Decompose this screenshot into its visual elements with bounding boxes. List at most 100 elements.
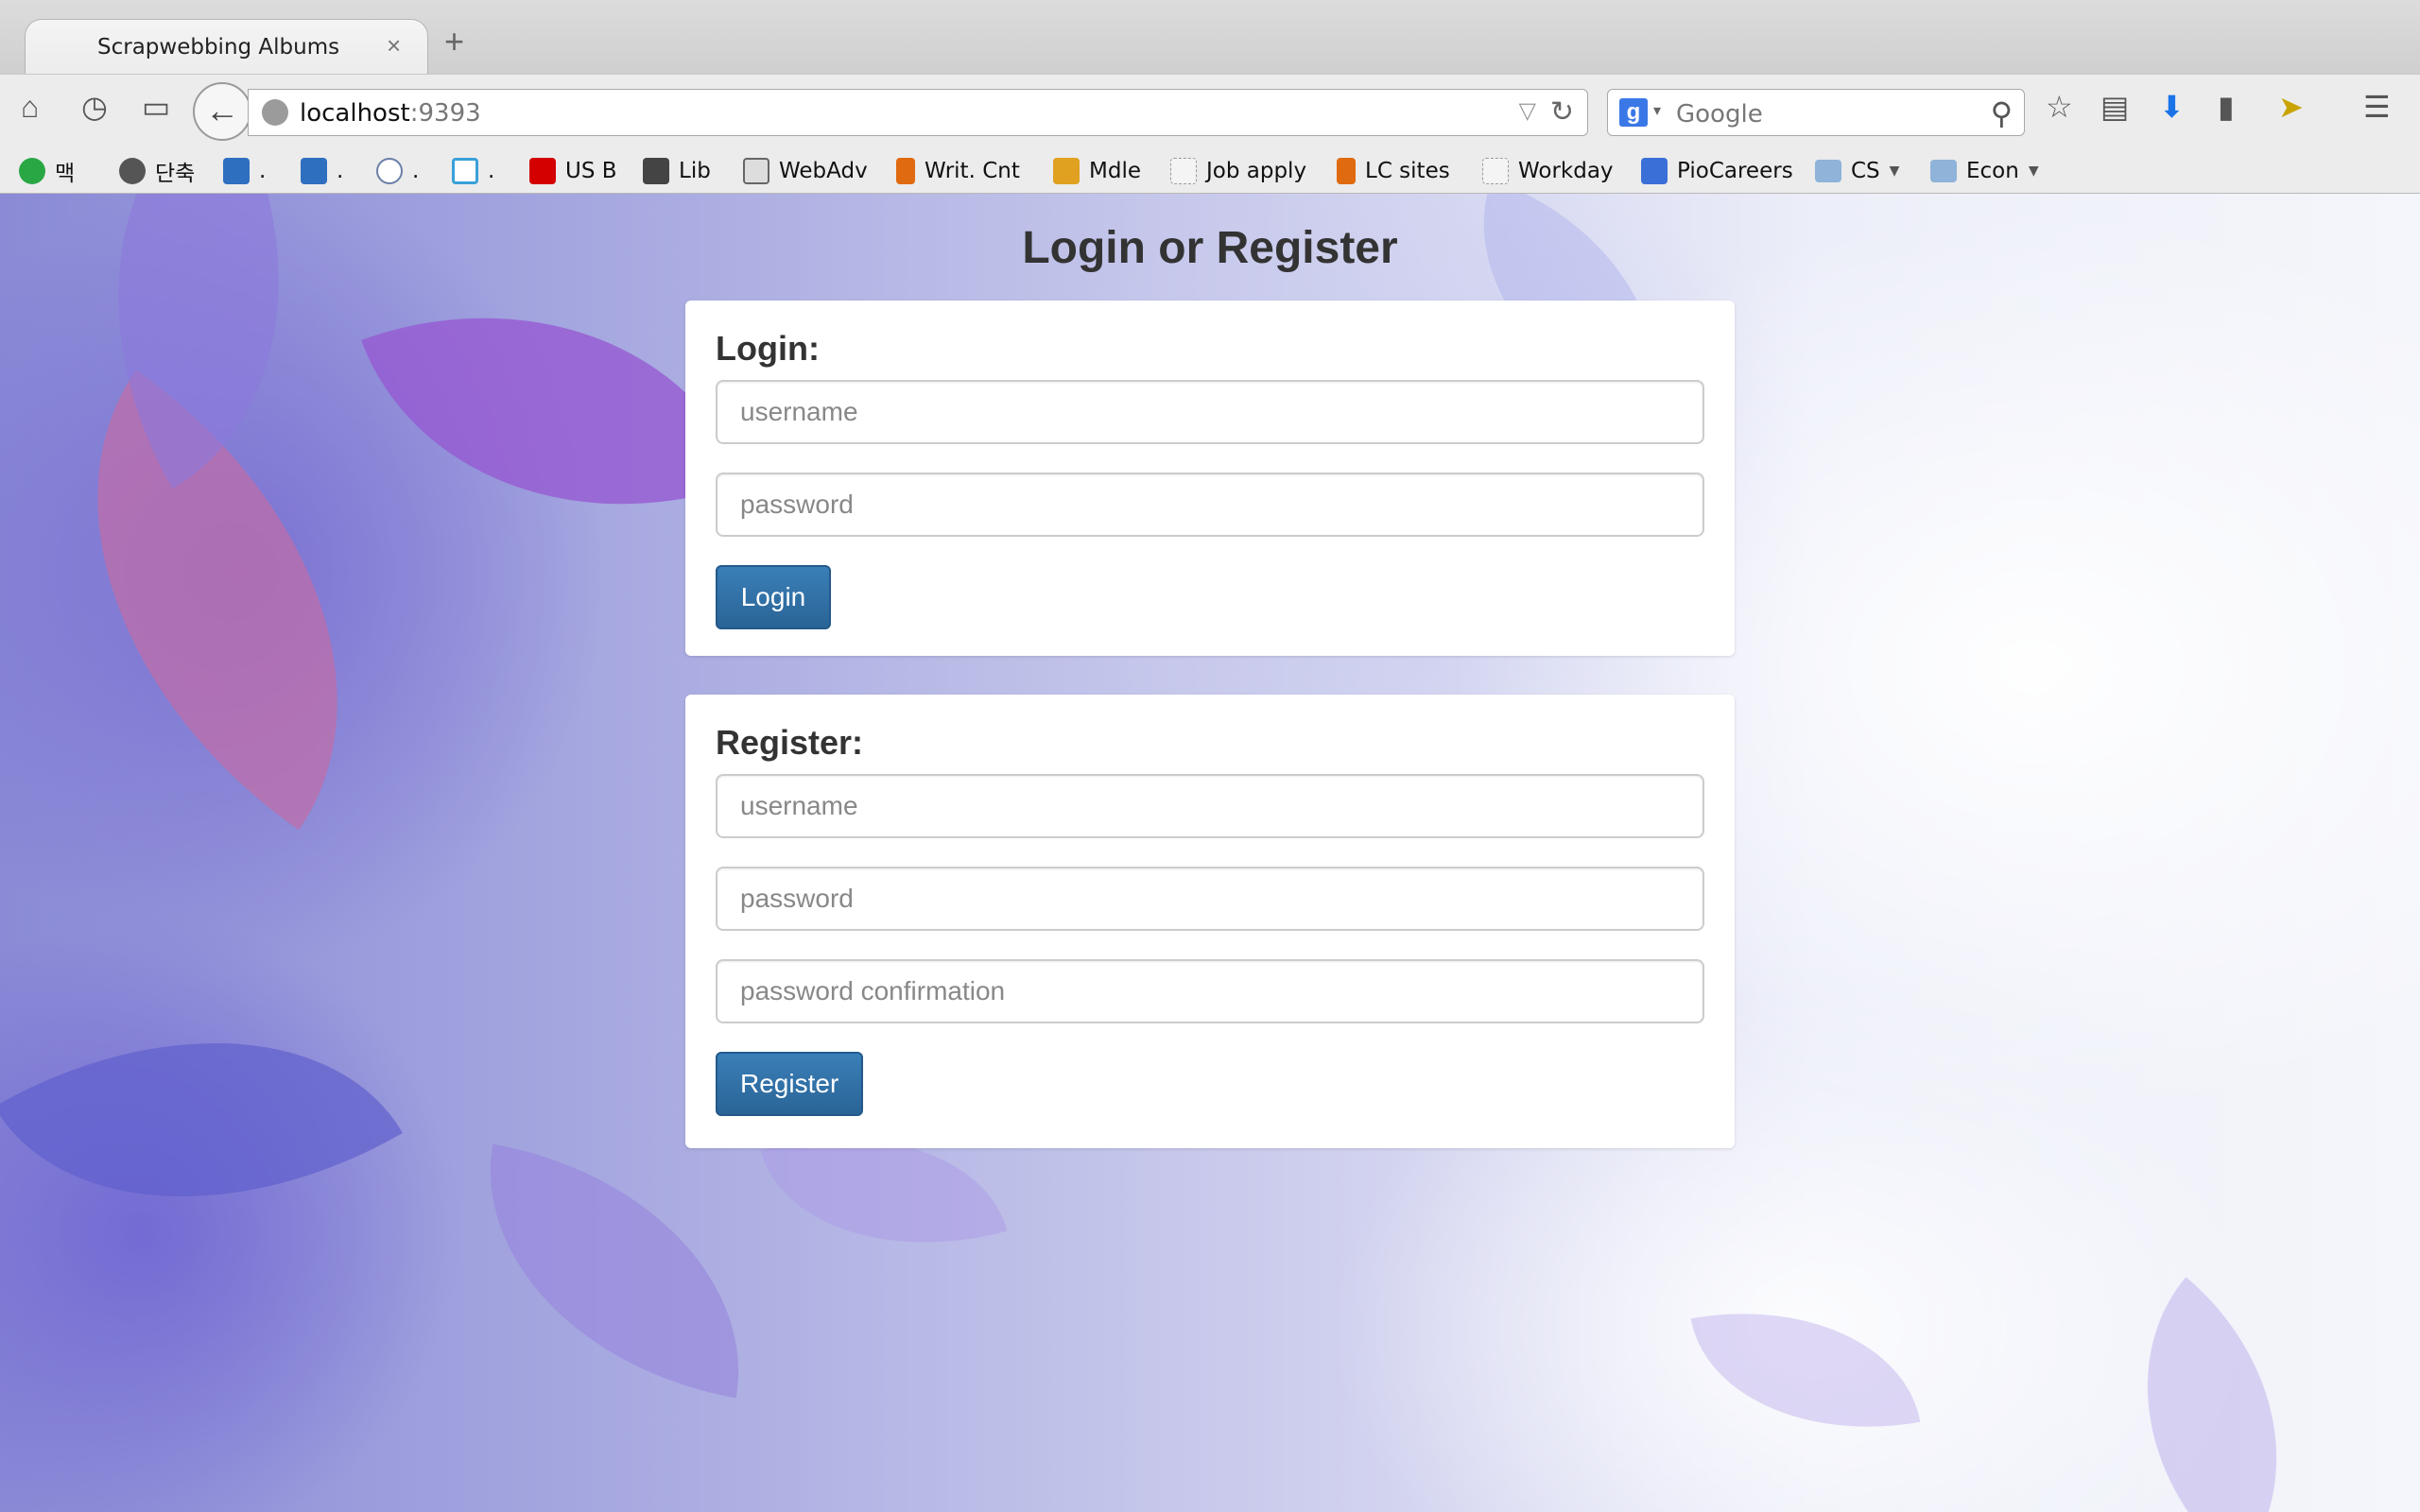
shield-icon [1337,158,1356,184]
close-tab-icon[interactable]: × [387,31,401,60]
chevron-down-icon: ▼ [2028,163,2039,179]
chevron-down-icon: ▼ [1889,163,1900,179]
register-button[interactable]: Register [716,1052,863,1116]
bookmark-item[interactable]: 단축 [119,155,195,187]
url-bar[interactable]: localhost:9393 ▽ ↻ [248,89,1588,136]
bookmark-folder-econ[interactable]: Econ ▼ [1930,155,2039,187]
bookmark-label: PioCareers [1677,159,1793,183]
login-username-input[interactable] [716,380,1704,444]
bookmark-item[interactable]: . [376,155,419,187]
shield-icon [896,158,915,184]
navigation-toolbar: ⌂ ◷ ▭ ← localhost:9393 ▽ ↻ g ▾ Google ⚲ … [0,74,2420,150]
menu-icon[interactable]: ☰ [2363,92,2391,122]
folder-icon [1930,160,1957,182]
cursor-icon[interactable]: ➤ [2278,92,2304,122]
bookmark-label: Writ. Cnt [925,159,1020,183]
bookmark-item[interactable]: WebAdv [743,155,868,187]
bookmark-label: Econ [1966,159,2019,183]
url-host: localhost [300,99,410,128]
bookmark-label: 맥 [55,162,76,186]
image-icon [743,158,769,184]
bookmark-item[interactable]: . [452,155,494,187]
bookmark-item[interactable]: US B [529,155,617,187]
login-button[interactable]: Login [716,565,831,629]
blank-page-icon [1170,158,1197,184]
register-password-confirmation-input[interactable] [716,959,1704,1023]
bookmark-label: LC sites [1365,159,1450,183]
page-icon[interactable]: ▮ [2218,92,2235,122]
bookmark-label: . [412,159,420,183]
login-title: Login: [716,329,820,368]
bookmark-label: Lib [679,159,711,183]
bookmark-item[interactable]: Writ. Cnt [896,155,1020,187]
bookmark-label: . [488,159,495,183]
bookmark-label: . [337,159,344,183]
bookmark-item[interactable]: PioCareers [1641,155,1793,187]
google-icon[interactable]: g [1619,98,1648,127]
reload-icon[interactable]: ↻ [1550,95,1574,129]
bookmark-folder-cs[interactable]: CS ▼ [1815,155,1899,187]
search-bar[interactable]: g ▾ Google ⚲ [1607,89,2025,136]
globe-icon [262,99,288,126]
register-password-input[interactable] [716,867,1704,931]
bookmark-label: US B [565,159,617,183]
bookmark-icon [376,158,403,184]
bookmarks-toolbar: 맥 단축 . . . . US B Lib WebAdv Writ. Cnt M… [0,149,2420,194]
url-dropdown-icon[interactable]: ▽ [1519,97,1536,125]
bookmark-item[interactable]: Mdle [1053,155,1141,187]
page-background: Login or Register Login: Login Register:… [0,194,2420,1512]
bookmark-item[interactable]: Workday [1482,155,1614,187]
bookmark-item[interactable]: . [223,155,266,187]
bookmark-label: Mdle [1089,159,1141,183]
bookmark-item[interactable]: Lib [643,155,711,187]
leaf-decoration [0,936,403,1303]
bookmark-label: . [259,159,267,183]
leaf-decoration [0,369,462,831]
tab-strip: Scrapwebbing Albums × + [0,0,2420,75]
apple-icon [119,158,146,184]
bookmark-label: CS [1851,159,1880,183]
url-text: localhost:9393 [300,99,481,128]
register-username-input[interactable] [716,774,1704,838]
bookmark-icon [1641,158,1668,184]
download-icon[interactable]: ⬇ [2159,92,2185,122]
bookmark-star-icon[interactable]: ☆ [2046,92,2073,122]
login-panel: Login: Login [685,301,1735,656]
building-icon [643,158,669,184]
page-title: Login or Register [1022,223,1398,273]
bookmark-icon [19,158,45,184]
bookmark-icon [223,158,250,184]
login-password-input[interactable] [716,472,1704,537]
register-title: Register: [716,723,864,762]
bookmark-icon [301,158,327,184]
moodle-icon [1053,158,1080,184]
bookmark-label: Workday [1518,159,1614,183]
leaf-decoration [1690,1282,1921,1458]
bookmark-item[interactable]: Job apply [1170,155,1306,187]
bookmark-icon [529,158,556,184]
grid-icon [452,158,478,184]
leaf-decoration [2064,1277,2360,1512]
bookmark-label: 단축 [155,162,196,186]
history-icon[interactable]: ◷ [81,92,108,122]
new-tab-icon[interactable]: + [444,25,464,59]
bookmark-item[interactable]: 맥 [19,155,75,187]
folder-icon [1815,160,1841,182]
register-panel: Register: Register [685,695,1735,1148]
bookmarks-menu-icon[interactable]: ▤ [2100,92,2129,122]
bookmark-label: Job apply [1206,159,1307,183]
search-placeholder: Google [1676,100,1763,129]
search-icon[interactable]: ⚲ [1991,95,2013,131]
bookmark-label: WebAdv [779,159,868,183]
leaf-decoration [457,1143,772,1399]
window-icon[interactable]: ▭ [142,92,170,122]
blank-page-icon [1482,158,1509,184]
bookmark-item[interactable]: LC sites [1337,155,1450,187]
tab-title: Scrapwebbing Albums [97,35,340,60]
back-icon[interactable]: ← [193,82,251,141]
chevron-down-icon[interactable]: ▾ [1653,101,1661,120]
bookmark-item[interactable]: . [301,155,343,187]
url-port: :9393 [409,99,481,128]
home-icon[interactable]: ⌂ [21,92,39,122]
tab-scrapwebbing-albums[interactable]: Scrapwebbing Albums × [25,19,428,75]
